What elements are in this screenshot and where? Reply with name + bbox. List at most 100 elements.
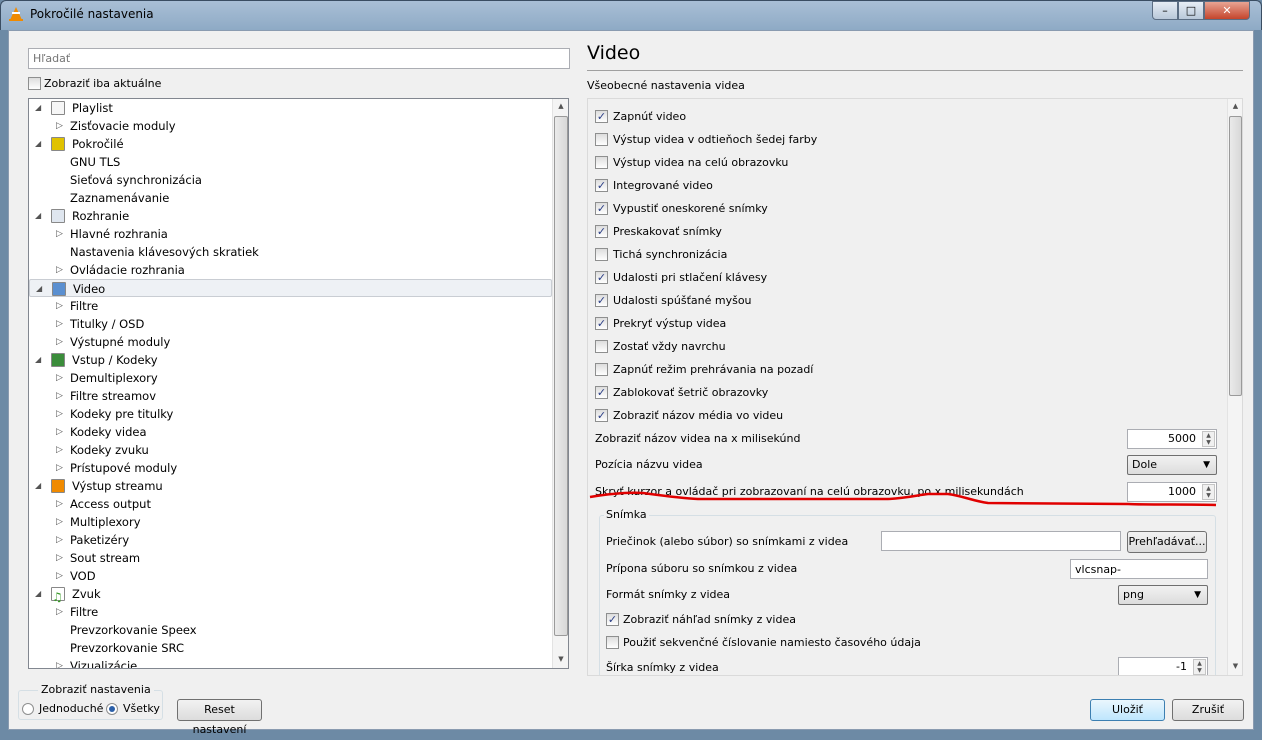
tree-item[interactable]: ▷ Kodeky zvuku [29, 441, 552, 459]
option-checkbox[interactable]: ✓ [595, 271, 608, 284]
spin-arrows-icon[interactable]: ▲ ▼ [1202, 431, 1215, 447]
option-checkbox[interactable] [595, 156, 608, 169]
collapsed-arrow-icon[interactable]: ▷ [56, 549, 63, 567]
scrollbar-thumb[interactable] [554, 116, 568, 636]
panel-scrollbar[interactable]: ▲ ▼ [1227, 99, 1242, 675]
tree-item[interactable]: ▷ VOD [29, 567, 552, 585]
collapsed-arrow-icon[interactable]: ▷ [56, 513, 63, 531]
minimize-button[interactable]: – [1152, 1, 1178, 20]
option-checkbox[interactable]: ✓ [595, 409, 608, 422]
collapsed-arrow-icon[interactable]: ▷ [56, 657, 63, 668]
expanded-arrow-icon[interactable]: ◢ [35, 207, 41, 225]
cancel-button[interactable]: Zrušiť [1172, 699, 1244, 721]
tree-item[interactable]: ▷ Filtre [29, 603, 552, 621]
tree-scrollbar[interactable]: ▲ ▼ [552, 99, 568, 668]
tree-item[interactable]: Prevzorkovanie Speex [29, 621, 552, 639]
option-checkbox[interactable]: ✓ [595, 225, 608, 238]
tree-item[interactable]: ◢ Vstup / Kodeky [29, 351, 552, 369]
option-checkbox[interactable]: ✓ [595, 317, 608, 330]
tree-item[interactable]: ◢ Výstup streamu [29, 477, 552, 495]
option-checkbox[interactable] [595, 363, 608, 376]
tree-item[interactable]: ▷ Paketizéry [29, 531, 552, 549]
collapsed-arrow-icon[interactable]: ▷ [56, 567, 63, 585]
collapsed-arrow-icon[interactable]: ▷ [56, 297, 63, 315]
snapshot-preview-checkbox[interactable]: ✓ [606, 613, 619, 626]
tree-item[interactable]: ▷ Sout stream [29, 549, 552, 567]
expanded-arrow-icon[interactable]: ◢ [35, 351, 41, 369]
tree-item[interactable]: ▷ Zisťovacie moduly [29, 117, 552, 135]
tree-item[interactable]: Sieťová synchronizácia [29, 171, 552, 189]
tree-item[interactable]: ▷ Multiplexory [29, 513, 552, 531]
snapshot-prefix-input[interactable] [1070, 559, 1208, 579]
collapsed-arrow-icon[interactable]: ▷ [56, 387, 63, 405]
tree-item[interactable]: ▷ Hlavné rozhrania [29, 225, 552, 243]
scroll-down-icon[interactable]: ▼ [1228, 662, 1242, 670]
title-timeout-spinbox[interactable]: 5000 ▲ ▼ [1127, 429, 1217, 449]
tree-item[interactable]: ▷ Titulky / OSD [29, 315, 552, 333]
tree-item[interactable]: ▷ Prístupové moduly [29, 459, 552, 477]
reset-settings-button[interactable]: Reset nastavení [177, 699, 262, 736]
tree-item[interactable]: ▷ Kodeky videa [29, 423, 552, 441]
expanded-arrow-icon[interactable]: ◢ [35, 477, 41, 495]
collapsed-arrow-icon[interactable]: ▷ [56, 531, 63, 549]
browse-button[interactable]: Prehľadávať... [1127, 531, 1207, 553]
option-checkbox[interactable]: ✓ [595, 386, 608, 399]
collapsed-arrow-icon[interactable]: ▷ [56, 315, 63, 333]
tree-item[interactable]: ▷ Demultiplexory [29, 369, 552, 387]
tree-item[interactable]: ◢ Playlist [29, 99, 552, 117]
simple-radio[interactable] [22, 703, 34, 715]
tree-item[interactable]: Prevzorkovanie SRC [29, 639, 552, 657]
tree-item[interactable]: ◢ Pokročilé [29, 135, 552, 153]
option-checkbox[interactable]: ✓ [595, 294, 608, 307]
scroll-up-icon[interactable]: ▲ [1228, 102, 1242, 110]
tree-item[interactable]: GNU TLS [29, 153, 552, 171]
scrollbar-thumb[interactable] [1229, 116, 1242, 396]
option-checkbox[interactable] [595, 340, 608, 353]
tree-item[interactable]: Zaznamenávanie [29, 189, 552, 207]
option-checkbox[interactable] [595, 133, 608, 146]
tree-item[interactable]: ▷ Vizualizácie [29, 657, 552, 668]
snapshot-format-select[interactable]: png ▼ [1118, 585, 1208, 605]
tree-item[interactable]: ◢ Video [29, 279, 552, 297]
spin-arrows-icon[interactable]: ▲ ▼ [1193, 659, 1206, 675]
tree-item[interactable]: ▷ Filtre streamov [29, 387, 552, 405]
close-button[interactable]: ✕ [1204, 1, 1250, 20]
snapshot-dir-input[interactable] [881, 531, 1121, 551]
tree-item[interactable]: ▷ Access output [29, 495, 552, 513]
save-button[interactable]: Uložiť [1090, 699, 1165, 721]
option-checkbox[interactable]: ✓ [595, 179, 608, 192]
search-input[interactable] [28, 48, 570, 69]
expanded-arrow-icon[interactable]: ◢ [35, 135, 41, 153]
maximize-button[interactable]: □ [1178, 1, 1204, 20]
category-tree[interactable]: ◢ Playlist ▷ Zisťovacie moduly ◢ Pokročilé GNU… [28, 98, 569, 669]
collapsed-arrow-icon[interactable]: ▷ [56, 369, 63, 387]
collapsed-arrow-icon[interactable]: ▷ [56, 261, 63, 279]
collapsed-arrow-icon[interactable]: ▷ [56, 495, 63, 513]
collapsed-arrow-icon[interactable]: ▷ [56, 225, 63, 243]
title-position-select[interactable]: Dole ▼ [1127, 455, 1217, 475]
collapsed-arrow-icon[interactable]: ▷ [56, 405, 63, 423]
tree-item[interactable]: Nastavenia klávesových skratiek [29, 243, 552, 261]
expanded-arrow-icon[interactable]: ◢ [35, 99, 41, 117]
collapsed-arrow-icon[interactable]: ▷ [56, 117, 63, 135]
tree-item[interactable]: ◢ Rozhranie [29, 207, 552, 225]
tree-item[interactable]: ▷ Kodeky pre titulky [29, 405, 552, 423]
collapsed-arrow-icon[interactable]: ▷ [56, 333, 63, 351]
option-checkbox[interactable]: ✓ [595, 110, 608, 123]
show-current-only-checkbox[interactable] [28, 77, 41, 90]
collapsed-arrow-icon[interactable]: ▷ [56, 441, 63, 459]
snapshot-width-spinbox[interactable]: -1 ▲ ▼ [1118, 657, 1208, 675]
collapsed-arrow-icon[interactable]: ▷ [56, 423, 63, 441]
expanded-arrow-icon[interactable]: ◢ [35, 585, 41, 603]
tree-item[interactable]: ◢ ♫ Zvuk [29, 585, 552, 603]
all-radio[interactable] [106, 703, 118, 715]
option-checkbox[interactable]: ✓ [595, 202, 608, 215]
tree-item[interactable]: ▷ Filtre [29, 297, 552, 315]
tree-item[interactable]: ▷ Výstupné moduly [29, 333, 552, 351]
expanded-arrow-icon[interactable]: ◢ [36, 280, 42, 298]
snapshot-sequential-checkbox[interactable] [606, 636, 619, 649]
option-checkbox[interactable] [595, 248, 608, 261]
scroll-up-icon[interactable]: ▲ [553, 102, 568, 110]
tree-item[interactable]: ▷ Ovládacie rozhrania [29, 261, 552, 279]
collapsed-arrow-icon[interactable]: ▷ [56, 603, 63, 621]
